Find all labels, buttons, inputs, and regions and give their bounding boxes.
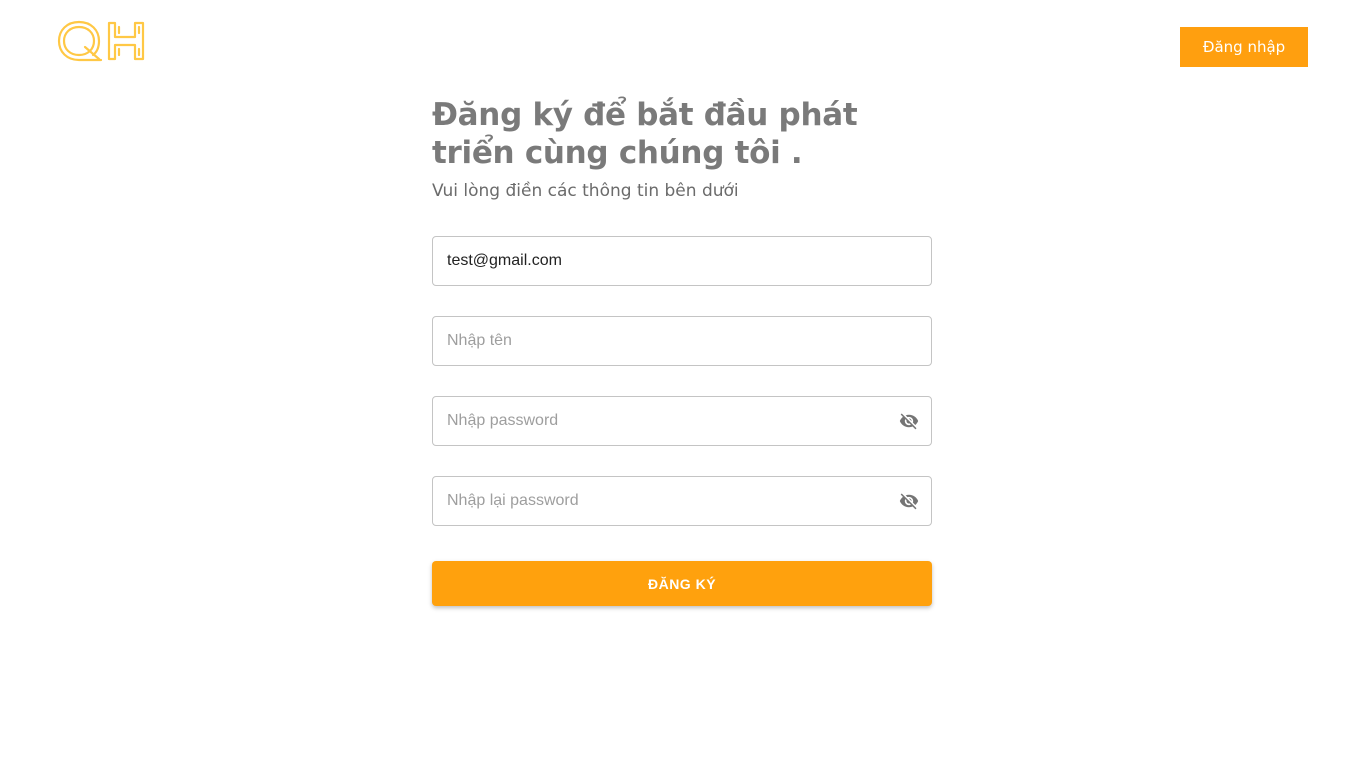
login-button[interactable]: Đăng nhập [1180, 27, 1308, 67]
name-input[interactable] [433, 317, 931, 365]
email-field [432, 236, 932, 286]
email-input[interactable] [433, 237, 931, 285]
page-title: Đăng ký để bắt đầu phát triển cùng chúng… [432, 97, 858, 171]
password-field [432, 396, 932, 446]
signup-page: Đăng nhập Đăng ký để bắt đầu phát triển … [0, 0, 1365, 761]
page-subtitle: Vui lòng điền các thông tin bên dưới [432, 181, 739, 201]
eye-off-icon[interactable] [897, 489, 921, 513]
eye-off-icon[interactable] [897, 409, 921, 433]
signup-header: Đăng ký để bắt đầu phát triển cùng chúng… [432, 96, 932, 202]
register-button[interactable]: ĐĂNG KÝ [432, 561, 932, 606]
confirm-password-input[interactable] [433, 477, 931, 525]
name-field [432, 316, 932, 366]
confirm-password-field [432, 476, 932, 526]
password-input[interactable] [433, 397, 931, 445]
brand-logo[interactable] [57, 19, 147, 63]
